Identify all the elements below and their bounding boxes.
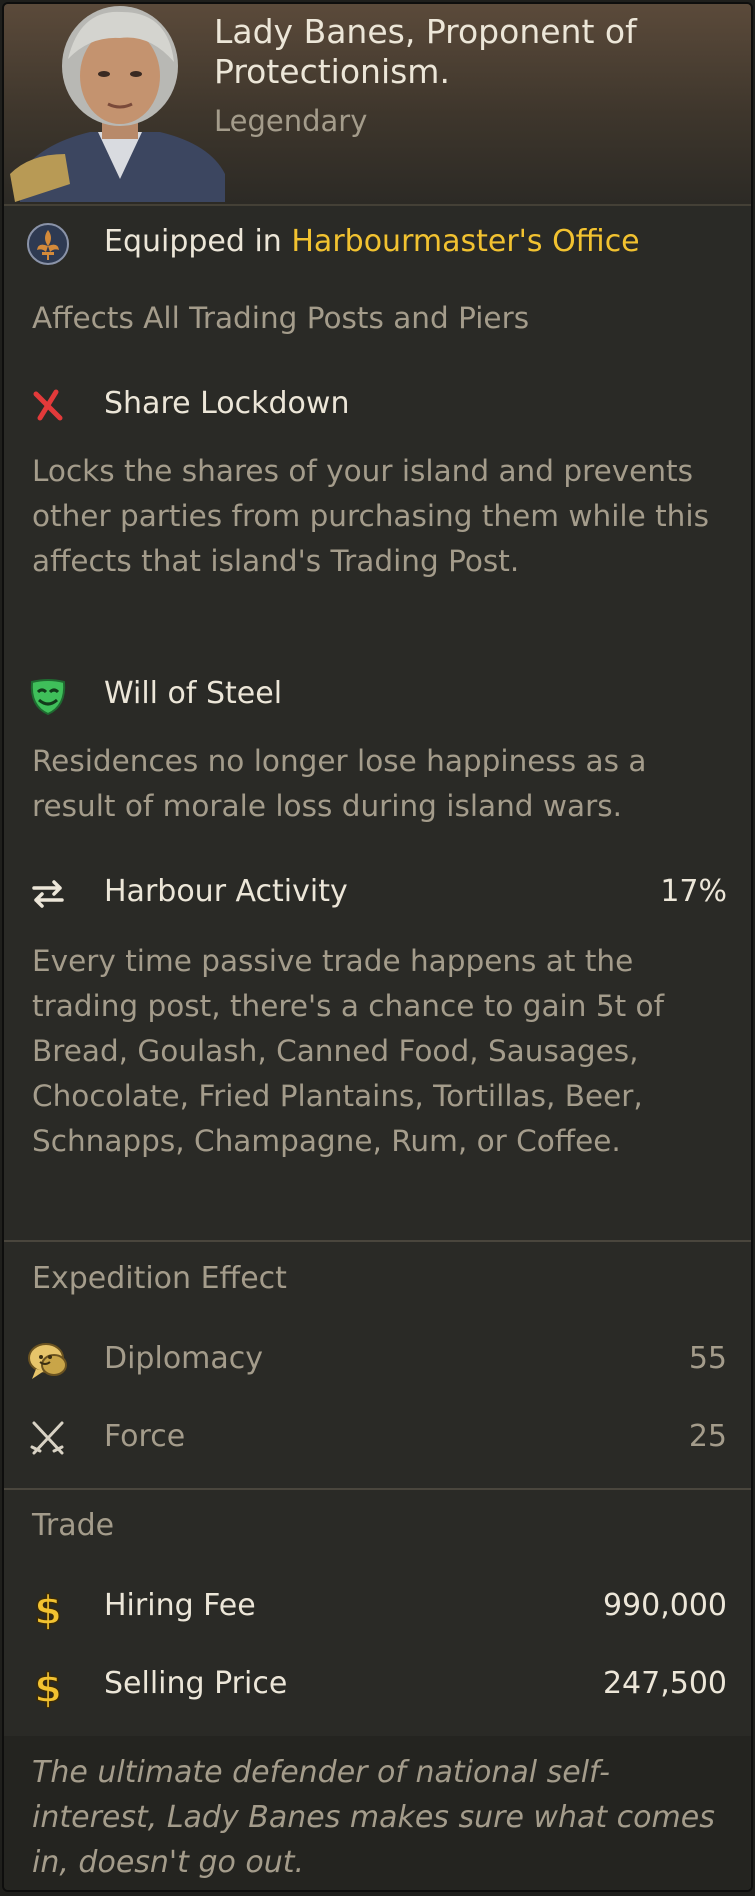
ability-description: Every time passive trade happens at the … bbox=[32, 944, 664, 1158]
trade-row: $ Hiring Fee 990,000 bbox=[4, 1576, 751, 1636]
trade-arrows-icon bbox=[32, 880, 64, 908]
expedition-section-title: Expedition Effect bbox=[32, 1261, 287, 1296]
ability-name: Share Lockdown bbox=[104, 386, 350, 421]
equipped-text: Equipped in Harbourmaster's Office bbox=[104, 222, 640, 262]
ability-row: Share Lockdown bbox=[4, 374, 751, 434]
speech-bubble-icon bbox=[28, 1343, 67, 1379]
section-divider bbox=[4, 1488, 751, 1490]
tooltip-header: Lady Banes, Proponent of Protectionism. … bbox=[4, 4, 751, 206]
equipped-prefix: Equipped in bbox=[104, 224, 282, 259]
ability-row: Harbour Activity 17% bbox=[4, 862, 751, 922]
stat-row: Force 25 bbox=[4, 1407, 751, 1467]
trade-item-value: 247,500 bbox=[602, 1666, 727, 1701]
trade-item-value: 990,000 bbox=[602, 1588, 727, 1623]
dollar-icon: $ bbox=[33, 1665, 62, 1708]
stat-value: 25 bbox=[688, 1419, 727, 1454]
stat-name: Diplomacy bbox=[104, 1341, 264, 1376]
lore-text: The ultimate defender of national self-i… bbox=[32, 1755, 715, 1880]
svg-text:$: $ bbox=[34, 1588, 62, 1630]
ability-name: Will of Steel bbox=[104, 676, 283, 711]
dollar-icon: $ bbox=[33, 1587, 62, 1630]
portrait-image bbox=[10, 6, 225, 202]
ability-value: 17% bbox=[660, 874, 727, 909]
item-tooltip-card: Lady Banes, Proponent of Protectionism. … bbox=[2, 2, 753, 1892]
fleur-de-lis-icon bbox=[27, 223, 69, 265]
affects-text: Affects All Trading Posts and Piers bbox=[32, 301, 530, 335]
ability-name: Harbour Activity bbox=[104, 874, 348, 909]
ability-description: Residences no longer lose happiness as a… bbox=[32, 744, 647, 823]
equipped-row: Equipped in Harbourmaster's Office bbox=[4, 212, 751, 272]
happy-mask-icon bbox=[30, 679, 66, 716]
trade-row: $ Selling Price 247,500 bbox=[4, 1654, 751, 1714]
crossed-swords-icon bbox=[30, 1421, 64, 1455]
ability-description: Locks the shares of your island and prev… bbox=[32, 454, 709, 578]
lore-section: The ultimate defender of national self-i… bbox=[4, 1736, 751, 1890]
svg-text:$: $ bbox=[34, 1666, 62, 1708]
trade-item-name: Selling Price bbox=[104, 1666, 288, 1701]
ability-row: Will of Steel bbox=[4, 664, 751, 724]
section-divider bbox=[4, 1240, 751, 1242]
equipped-building-link[interactable]: Harbourmaster's Office bbox=[291, 224, 639, 259]
rarity-label: Legendary bbox=[214, 104, 368, 138]
trade-section-title: Trade bbox=[32, 1508, 115, 1543]
stat-value: 55 bbox=[688, 1341, 727, 1376]
stat-row: Diplomacy 55 bbox=[4, 1329, 751, 1389]
crossed-out-icon bbox=[33, 389, 63, 421]
character-name: Lady Banes, Proponent of Protectionism. bbox=[214, 12, 637, 91]
stat-name: Force bbox=[104, 1419, 186, 1454]
trade-item-name: Hiring Fee bbox=[104, 1588, 256, 1623]
